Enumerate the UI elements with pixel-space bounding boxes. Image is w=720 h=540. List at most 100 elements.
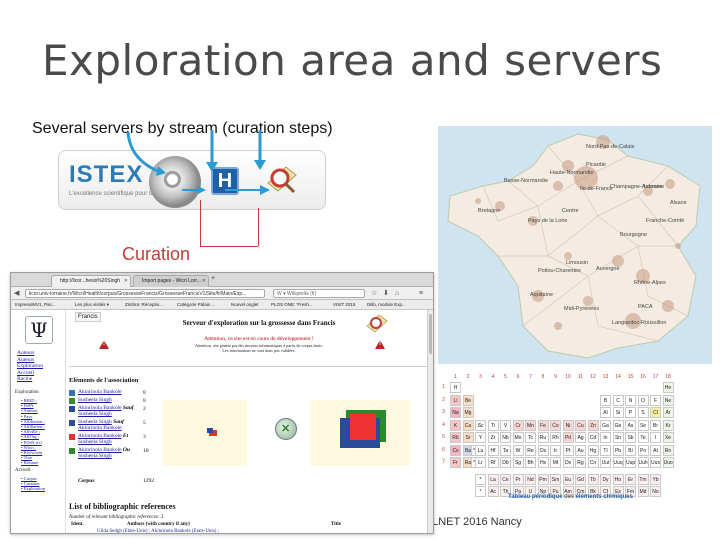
author-link[interactable]: Susheela Singh (78, 397, 112, 403)
map-label: PACA (638, 304, 653, 310)
group-number: 8 (541, 374, 545, 380)
connector: Sauf (122, 405, 134, 411)
element-cell: Bi (625, 444, 636, 456)
group-number: 18 (665, 374, 671, 380)
table-row[interactable]: Gilda Sedgh (Etats-Unis) ; Akinrinola Ba… (97, 529, 219, 533)
close-icon[interactable]: ✕ (124, 276, 128, 287)
side-link[interactable]: Exploration (17, 363, 43, 370)
element-cell: Hs (537, 457, 549, 468)
element-cell: Sr (462, 432, 474, 443)
corpus-label: Corpus (78, 478, 95, 484)
element-cell: Te (637, 432, 649, 443)
element-cell: Sc (475, 419, 486, 431)
element-cell: Ge (612, 419, 624, 431)
author-link[interactable]: Susheela Singh (78, 439, 112, 445)
sub-link[interactable]: Résumé (21, 460, 45, 465)
map-label: Rhône-Alpes (634, 280, 666, 286)
home-icon[interactable]: ⌂ (395, 289, 399, 298)
bookmark-item[interactable]: Zimbra: Réceptio... (125, 300, 163, 309)
author-link[interactable]: Akinrinola Bankole (78, 425, 122, 431)
bookmark-item[interactable]: PLOS ONE: 'Fresh... (271, 300, 313, 309)
bookmark-item[interactable]: Impress/MV1, Pas... (15, 300, 56, 309)
curation-line-3 (200, 246, 258, 247)
element-cell: Au (575, 444, 586, 456)
new-tab-icon[interactable]: + (211, 275, 215, 282)
periodic-caption: Tableau périodique des éléments chimique… (508, 494, 633, 500)
element-cell: Rn (662, 444, 674, 456)
element-cell: Uuo (662, 457, 674, 468)
menu-icon[interactable]: ≡ (419, 289, 423, 298)
element-cell: Rg (575, 457, 586, 468)
element-cell: Mg (462, 407, 474, 418)
element-cell: Ni (562, 419, 574, 431)
curation-line-1 (200, 200, 201, 246)
browser-tab-2[interactable]: Import pages - Wicri Lorr... ✕ (133, 275, 209, 287)
element-cell: Sb (625, 432, 636, 443)
element-cell: Be (462, 394, 474, 406)
map-label: Auvergne (596, 266, 620, 272)
scrollbar[interactable] (427, 310, 433, 533)
map-label: Nord-Pas-de-Calais (586, 144, 635, 150)
group-number: 2 (466, 374, 470, 380)
element-cell: Se (637, 419, 649, 431)
element-cell: Ti (487, 419, 499, 431)
element-cell: Ga (600, 419, 611, 431)
group-number: 14 (615, 374, 621, 380)
tab-label: Import pages - Wicri Lorr... (142, 278, 201, 284)
download-icon[interactable]: ⬇ (383, 289, 389, 298)
element-cell: Rb (450, 432, 461, 443)
element-cell: Sm (550, 473, 561, 485)
ref-count: Number of relevant bibliographic referen… (69, 515, 165, 520)
element-cell: K (450, 419, 461, 431)
web-page: Ψ Auteurs Auteurs Exploration Accueil Ra… (11, 310, 433, 533)
element-cell: Uup (625, 457, 636, 468)
star-icon[interactable]: ☆ (371, 289, 377, 298)
group-number: 15 (627, 374, 634, 380)
col-ident: Ident. (71, 522, 84, 527)
element-cell: Dy (600, 473, 611, 485)
search-input[interactable]: W ▾ Wikipédia (fr) (273, 289, 365, 298)
bookmark-item[interactable]: Dilib, module Exp... (367, 300, 406, 309)
element-cell: Cu (575, 419, 586, 431)
element-cell: Ar (662, 407, 674, 418)
author-link[interactable]: Susheela Singh (78, 453, 112, 459)
element-cell: Nb (500, 432, 511, 443)
author-link[interactable]: Susheela Singh (78, 411, 112, 417)
association-name: Akinrinola Bankole Ou Susheela Singh (78, 447, 140, 459)
color-swatch (69, 398, 75, 404)
map-label: Languedoc-Roussillon (612, 320, 667, 326)
caption-mid: des (564, 494, 574, 500)
bookmark-item[interactable]: Les plus visités ▾ (75, 300, 109, 309)
bookmark-item[interactable]: Nouvel onglet (231, 300, 259, 309)
dev-note: Attention, site généré par des moyens in… (139, 343, 379, 353)
element-cell: Os (537, 444, 549, 456)
tab-label: http://licor...hesis%20Singh (60, 278, 121, 284)
slide-footer: LLNET 2016 Nancy (426, 516, 522, 528)
magnifier-icon[interactable] (365, 312, 389, 334)
venn-mark (207, 428, 213, 433)
reset-button[interactable] (275, 418, 297, 440)
group-number: 1 (454, 374, 457, 380)
biblio-title: List of bibliographic references (69, 502, 176, 511)
close-icon[interactable]: ✕ (202, 276, 206, 287)
browser-tab-1[interactable]: http://licor...hesis%20Singh ✕ (51, 275, 131, 287)
author-link[interactable]: Akinrinola Bankole (78, 389, 122, 395)
sub-link[interactable]: Exploration (21, 486, 45, 491)
element-cell: Pb (612, 444, 624, 456)
back-icon[interactable]: ◀ (14, 289, 19, 298)
url-input[interactable]: licor.univ-lorraine.fr/Wicri/Health/corp… (25, 289, 265, 298)
element-cell: Cn (587, 457, 599, 468)
side-link[interactable]: Racine (17, 376, 43, 383)
element-cell: Zr (487, 432, 499, 443)
map-label: Aquitaine (530, 292, 553, 298)
map-label: Poitou-Charentes (538, 268, 581, 274)
element-cell: H (450, 382, 461, 393)
blue-arrows (126, 130, 270, 195)
warning-icon (99, 340, 109, 349)
element-cell: Si (612, 407, 624, 418)
association-count: 10 (143, 448, 149, 454)
element-cell: Zn (587, 419, 599, 431)
psi-logo-icon[interactable]: Ψ (25, 316, 53, 344)
bookmark-item[interactable]: Catégorie Palais ... (177, 300, 215, 309)
bookmark-item[interactable]: VISIT 2015 (333, 300, 355, 309)
